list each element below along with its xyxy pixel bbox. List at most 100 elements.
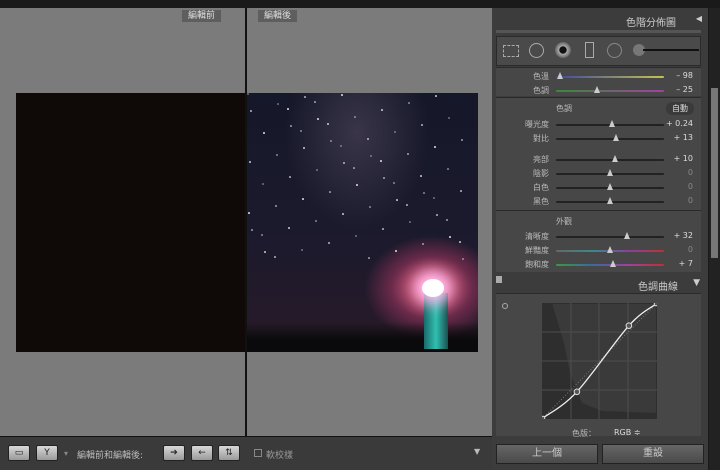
star	[303, 147, 305, 149]
compare-label: 編輯前和編輯後:	[77, 451, 144, 461]
expand-icon[interactable]: ▼	[693, 278, 700, 288]
swap-button[interactable]: ⇅	[218, 445, 240, 461]
white-balance-section: 色溫 – 98 色調 – 25	[496, 67, 701, 96]
star	[342, 213, 344, 215]
slider-value[interactable]: + 13	[674, 133, 693, 142]
star	[421, 124, 423, 126]
slider-thumb[interactable]	[609, 260, 616, 267]
curve-point[interactable]	[625, 322, 633, 329]
slider-tone2-2[interactable]: 白色 0	[496, 182, 701, 194]
slider-tone2-3[interactable]: 黑色 0	[496, 196, 701, 208]
star	[261, 234, 263, 236]
slider-thumb[interactable]	[608, 120, 615, 127]
after-label: 編輯後	[258, 10, 298, 22]
slider-track[interactable]	[556, 76, 664, 78]
previous-button[interactable]: 上一個	[496, 444, 598, 464]
slider-presence-2[interactable]: 飽和度 + 7	[496, 259, 701, 271]
reset-button[interactable]: 重設	[602, 444, 704, 464]
star	[251, 229, 253, 231]
slider-thumb[interactable]	[611, 155, 618, 162]
star	[408, 102, 410, 104]
presence-section: 外觀 清晰度 + 32 鮮豔度 0 飽和度 + 7	[496, 210, 701, 272]
loupe-view-button[interactable]: ▭	[8, 445, 30, 461]
slider-tone-0[interactable]: 曝光度 + 0.24	[496, 119, 701, 131]
star	[447, 168, 449, 170]
radial-filter-icon[interactable]	[607, 43, 622, 58]
slider-tone2-0[interactable]: 亮部 + 10	[496, 154, 701, 166]
slider-tone2-1[interactable]: 陰影 0	[496, 168, 701, 180]
star	[330, 140, 332, 142]
spot-removal-icon[interactable]	[529, 43, 544, 58]
softproof-checkbox[interactable]	[254, 449, 262, 457]
panel-toggle-icon[interactable]	[496, 276, 502, 283]
before-after-view-button[interactable]: Y	[36, 445, 58, 461]
slider-thumb[interactable]	[606, 197, 613, 204]
slider-wb-1[interactable]: 色調 – 25	[496, 85, 701, 97]
slider-presence-0[interactable]: 清晰度 + 32	[496, 231, 701, 243]
slider-value[interactable]: 0	[688, 196, 693, 205]
scroll-thumb[interactable]	[711, 88, 718, 258]
softproof-label: 軟校樣	[266, 451, 294, 461]
view-dropdown-icon[interactable]: ▾	[64, 449, 68, 458]
star	[262, 183, 264, 185]
copy-after-to-before-button[interactable]: ←	[191, 445, 213, 461]
slider-thumb[interactable]	[606, 246, 613, 253]
slider-value[interactable]: 0	[688, 245, 693, 254]
channel-select[interactable]: RGB ≑	[614, 428, 641, 437]
panel-scrollbar[interactable]	[709, 8, 720, 470]
slider-thumb[interactable]	[593, 86, 600, 93]
tone-curve-title[interactable]: 色調曲線	[638, 278, 678, 293]
star	[304, 96, 306, 98]
slider-value[interactable]: 0	[688, 182, 693, 191]
slider-tone-1[interactable]: 對比 + 13	[496, 133, 701, 145]
split-divider[interactable]	[245, 8, 247, 436]
slider-track[interactable]	[556, 159, 664, 161]
red-eye-icon[interactable]	[555, 42, 571, 58]
slider-label: 亮部	[533, 155, 549, 164]
graduated-filter-icon[interactable]	[585, 42, 594, 58]
slider-thumb[interactable]	[556, 72, 563, 79]
star	[383, 177, 385, 179]
brush-slider[interactable]	[643, 49, 699, 51]
slider-wb-0[interactable]: 色溫 – 98	[496, 71, 701, 83]
slider-label: 陰影	[533, 169, 549, 178]
slider-label: 對比	[533, 134, 549, 143]
auto-button[interactable]: 自動	[666, 102, 694, 115]
collapse-icon[interactable]: ◀	[696, 14, 702, 23]
star	[409, 221, 411, 223]
crop-tool-icon[interactable]	[503, 45, 519, 57]
slider-thumb[interactable]	[606, 183, 613, 190]
slider-value[interactable]: + 0.24	[666, 119, 693, 128]
slider-track[interactable]	[556, 90, 664, 92]
star	[382, 228, 384, 230]
curve-point[interactable]	[542, 415, 546, 419]
toolbar-menu-icon[interactable]: ▼	[474, 447, 480, 456]
star	[380, 160, 382, 162]
slider-thumb[interactable]	[623, 232, 630, 239]
slider-value[interactable]: + 7	[679, 259, 693, 268]
lighthouse-light	[422, 279, 444, 297]
slider-value[interactable]: 0	[688, 168, 693, 177]
curve-point[interactable]	[573, 388, 581, 396]
slider-value[interactable]: + 32	[674, 231, 693, 240]
slider-thumb[interactable]	[612, 134, 619, 141]
slider-presence-1[interactable]: 鮮豔度 0	[496, 245, 701, 257]
star	[316, 169, 318, 171]
target-adjust-icon[interactable]	[502, 303, 508, 309]
slider-value[interactable]: + 10	[674, 154, 693, 163]
star	[367, 138, 369, 140]
curve-point[interactable]	[653, 303, 657, 307]
slider-track[interactable]	[556, 138, 664, 140]
tone-curve-graph[interactable]	[542, 303, 657, 419]
star	[289, 176, 291, 178]
histogram-title[interactable]: 色階分佈圖	[626, 14, 676, 29]
slider-thumb[interactable]	[606, 169, 613, 176]
slider-value[interactable]: – 25	[676, 85, 693, 94]
star	[435, 95, 437, 97]
star	[301, 249, 303, 251]
slider-track[interactable]	[556, 236, 664, 238]
star	[370, 155, 372, 157]
star	[420, 175, 422, 177]
slider-value[interactable]: – 98	[676, 71, 693, 80]
copy-before-to-after-button[interactable]: ➔	[163, 445, 185, 461]
